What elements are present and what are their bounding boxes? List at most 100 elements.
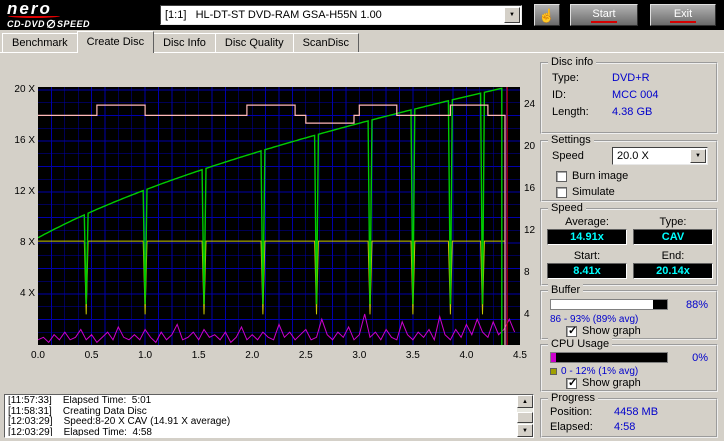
simulate-label: Simulate bbox=[572, 186, 615, 198]
tab-scandisc[interactable]: ScanDisc bbox=[292, 33, 360, 52]
y-axis-left-label: 8 X bbox=[19, 237, 35, 249]
logo-sub-right: SPEED bbox=[57, 19, 91, 29]
disc-length-row: Length: 4.38 GB bbox=[552, 106, 710, 118]
average-value: 14.91x bbox=[547, 229, 627, 245]
buffer-bar-fill bbox=[551, 300, 654, 309]
simulate-checkbox[interactable]: Simulate bbox=[556, 186, 615, 198]
type-value: CAV bbox=[633, 229, 713, 245]
nero-logo: nero CD-DVD SPEED bbox=[7, 0, 157, 29]
disc-info-title: Disc info bbox=[548, 56, 597, 68]
speed-select-arrow-button[interactable]: ▼ bbox=[690, 149, 706, 163]
start-button-label: Start bbox=[592, 7, 616, 20]
logo-subtitle: CD-DVD SPEED bbox=[7, 19, 90, 29]
cpu-meter bbox=[550, 352, 668, 363]
buffer-show-graph-label: Show graph bbox=[582, 325, 641, 337]
x-axis-label: 3.0 bbox=[352, 350, 367, 361]
x-axis-label: 1.5 bbox=[191, 350, 206, 361]
disc-length-label: Length: bbox=[552, 106, 589, 118]
end-speed-value: 20.14x bbox=[633, 263, 713, 279]
scroll-up-button[interactable]: ▲ bbox=[517, 395, 533, 408]
log-scrollbar[interactable]: ▲ ▼ bbox=[517, 395, 533, 437]
log-lines: [11:57:33] Elapsed Time: 5:01 [11:58:31]… bbox=[8, 396, 515, 436]
average-label: Average: bbox=[565, 216, 609, 228]
disc-info-group: Disc info Type: DVD+R ID: MCC 004 Length: 4… bbox=[540, 56, 718, 134]
logo-sub-left: CD-DVD bbox=[7, 19, 45, 29]
buffer-title: Buffer bbox=[548, 284, 584, 296]
exit-button-label: Exit bbox=[673, 7, 693, 20]
hand-pointer-icon: ☝ bbox=[538, 7, 556, 23]
drive-select-arrow-button[interactable]: ▼ bbox=[504, 7, 520, 23]
cpu-graph-swatch bbox=[550, 368, 557, 375]
chevron-down-icon: ▼ bbox=[509, 12, 515, 18]
start-speed-label: Start: bbox=[573, 250, 601, 262]
position-label: Position: bbox=[550, 406, 593, 418]
burn-image-label: Burn image bbox=[572, 170, 629, 182]
checkbox-mark: ✓ bbox=[568, 376, 578, 389]
start-button[interactable]: Start bbox=[570, 4, 638, 26]
drive-select-value: [1:1] HL-DT-ST DVD-RAM GSA-H55N 1.00 bbox=[165, 9, 382, 21]
buffer-percent: 88% bbox=[685, 299, 708, 311]
cpu-usage-title: CPU Usage bbox=[548, 338, 613, 350]
x-axis-label: 4.5 bbox=[513, 350, 527, 361]
logo-swoosh bbox=[8, 14, 60, 18]
disc-id-value: MCC 004 bbox=[612, 89, 659, 101]
x-axis-label: 1.0 bbox=[138, 350, 153, 361]
elapsed-label: Elapsed: bbox=[550, 421, 593, 433]
hand-pointer-button[interactable]: ☝ bbox=[534, 4, 560, 26]
drive-select[interactable]: [1:1] HL-DT-ST DVD-RAM GSA-H55N 1.00 ▼ bbox=[160, 5, 522, 25]
speed-select[interactable]: 20.0 X ▼ bbox=[612, 147, 708, 165]
tab-disc-quality[interactable]: Disc Quality bbox=[214, 33, 294, 52]
scrollbar-thumb[interactable] bbox=[517, 412, 533, 423]
x-axis-label: 4.0 bbox=[459, 350, 474, 361]
tab-bar: Benchmark Create Disc Disc Info Disc Qua… bbox=[0, 30, 724, 53]
y-axis-left-label: 12 X bbox=[14, 186, 35, 198]
cpu-show-graph-label: Show graph bbox=[582, 377, 641, 389]
log-panel: [11:57:33] Elapsed Time: 5:01 [11:58:31]… bbox=[4, 394, 534, 438]
y-axis-left-label: 16 X bbox=[14, 135, 35, 147]
x-axis-label: 3.5 bbox=[405, 350, 420, 361]
type-label: Type: bbox=[659, 216, 687, 228]
scroll-down-button[interactable]: ▼ bbox=[517, 424, 533, 437]
checkbox-mark: ✓ bbox=[568, 324, 578, 337]
chart-plot-area bbox=[37, 87, 520, 345]
checkbox-box bbox=[556, 186, 567, 198]
buffer-show-graph-checkbox[interactable]: ✓ Show graph bbox=[566, 325, 641, 337]
log-line: [11:57:33] Elapsed Time: 5:01 bbox=[8, 396, 152, 406]
progress-group: Progress Position: 4458 MB Elapsed: 4:58 bbox=[540, 392, 718, 438]
progress-title: Progress bbox=[548, 392, 599, 404]
header-bar: nero CD-DVD SPEED [1:1] HL-DT-ST DVD-RAM… bbox=[0, 0, 724, 30]
end-speed-label: End: bbox=[661, 250, 685, 262]
disc-length-value: 4.38 GB bbox=[612, 106, 653, 118]
disc-type-row: Type: DVD+R bbox=[552, 72, 710, 84]
start-button-underline bbox=[591, 20, 617, 23]
tab-disc-info[interactable]: Disc Info bbox=[153, 33, 216, 52]
cpu-bar-fill bbox=[551, 353, 556, 362]
speed-select-value: 20.0 X bbox=[617, 150, 649, 162]
elapsed-value: 4:58 bbox=[614, 421, 636, 433]
checkbox-box: ✓ bbox=[566, 376, 578, 389]
arrow-up-icon: ▲ bbox=[522, 398, 528, 405]
x-axis-label: 2.0 bbox=[245, 350, 260, 361]
cpu-show-graph-checkbox[interactable]: ✓ Show graph bbox=[566, 377, 641, 389]
settings-title: Settings bbox=[548, 134, 594, 146]
disc-id-label: ID: bbox=[552, 89, 567, 101]
cpu-usage-group: CPU Usage 0% 0 - 12% (1% avg) ✓ Show gra… bbox=[540, 338, 718, 392]
x-axis-label: 2.5 bbox=[298, 350, 313, 361]
tab-benchmark[interactable]: Benchmark bbox=[2, 33, 78, 52]
burn-image-checkbox[interactable]: Burn image bbox=[556, 170, 628, 182]
speed-setting-label: Speed bbox=[552, 150, 584, 162]
y-axis-left-label: 20 X bbox=[14, 84, 35, 96]
start-speed-value: 8.41x bbox=[547, 263, 627, 279]
position-value: 4458 MB bbox=[614, 406, 659, 418]
exit-button[interactable]: Exit bbox=[650, 4, 716, 26]
cpu-percent: 0% bbox=[692, 352, 708, 364]
buffer-meter bbox=[550, 299, 668, 310]
chevron-down-icon: ▼ bbox=[695, 153, 701, 159]
tab-create-disc[interactable]: Create Disc bbox=[76, 31, 155, 53]
arrow-down-icon: ▼ bbox=[522, 427, 528, 434]
disc-type-value: DVD+R bbox=[612, 72, 650, 84]
log-line: [12:03:29] Elapsed Time: 4:58 bbox=[8, 426, 152, 436]
y-axis-left-label: 4 X bbox=[19, 288, 35, 299]
chart-svg bbox=[37, 87, 520, 345]
speed-disc-icon bbox=[46, 19, 56, 29]
